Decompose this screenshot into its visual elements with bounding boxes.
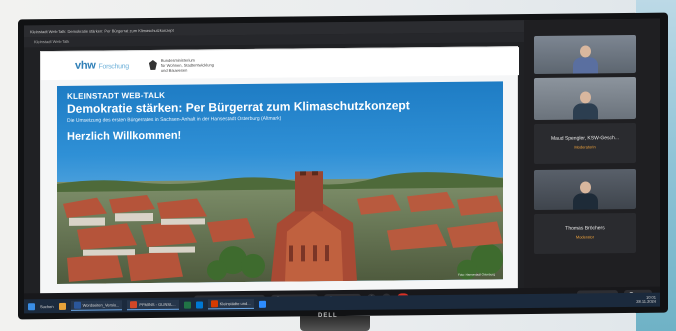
participant-tile[interactable] [534,168,636,210]
slide-logo-bar: vhw Forschung Bundesministerium für Wohne… [41,47,519,81]
banner-text: KLEINSTADT WEB-TALK Demokratie stärken: … [67,88,410,143]
taskbar-search[interactable]: Suchen [40,304,54,309]
person-avatar [572,89,598,120]
participant-role: Moderatorin [574,144,596,150]
slide-subline: Die Umsetzung des ersten Bürgerrates in … [67,115,282,124]
participant-tile[interactable]: Thomas Bröchers Moderator [534,212,636,254]
participant-name: Maud Spengler, KSW-Gesch... [551,135,619,142]
vhw-logo: vhw Forschung [75,59,129,72]
ministry-logo: Bundesministerium für Wohnen, Stadtentwi… [149,57,214,73]
participant-name: Thomas Bröchers [565,225,605,232]
zoom-icon[interactable] [258,300,266,308]
taskbar-clock[interactable]: 10:01 28.11.2024 [636,294,656,304]
eagle-icon [149,60,157,70]
taskbar-item[interactable]: PFMINS - GLINSL... [127,299,179,311]
taskbar-item[interactable]: Kleinstädte und... [207,298,254,310]
meeting-subtitle: Kleinstadt Web-Talk [34,38,70,45]
slide-banner: KLEINSTADT WEB-TALK Demokratie stärken: … [57,81,503,284]
powerpoint-icon [130,301,138,309]
monitor-screen: Kleinstadt Web-Talk: Demokratie stärken:… [24,18,660,310]
person-avatar [572,43,598,74]
browser-icon [210,300,218,308]
outlook-icon[interactable] [195,300,203,309]
window-title: Kleinstadt Web-Talk: Demokratie stärken:… [30,27,174,34]
participant-tile[interactable]: Maud Spengler, KSW-Gesch... Moderatorin [534,122,636,164]
participant-tile[interactable] [534,34,636,74]
slide-welcome: Herzlich Willkommen! [67,129,182,143]
dell-logo: DELL [318,313,338,319]
shared-slide: vhw Forschung Bundesministerium für Wohne… [40,46,519,296]
participant-role: Moderator [575,234,595,240]
folder-icon[interactable] [58,302,66,310]
excel-icon[interactable] [183,301,191,309]
town-aerial-photo [57,169,503,284]
word-icon [73,301,81,309]
slide-headline: Demokratie stärken: Per Bürgerrat zum Kl… [67,98,410,116]
participants-panel: Maud Spengler, KSW-Gesch... Moderatorin … [524,18,660,291]
windows-start-icon[interactable] [28,302,35,310]
participant-tile[interactable] [534,76,636,120]
taskbar-item[interactable]: Wordseiten_Versio... [70,300,123,311]
photo-credit: Foto: Hansestadt Osterburg [457,272,495,277]
person-avatar [572,179,598,210]
